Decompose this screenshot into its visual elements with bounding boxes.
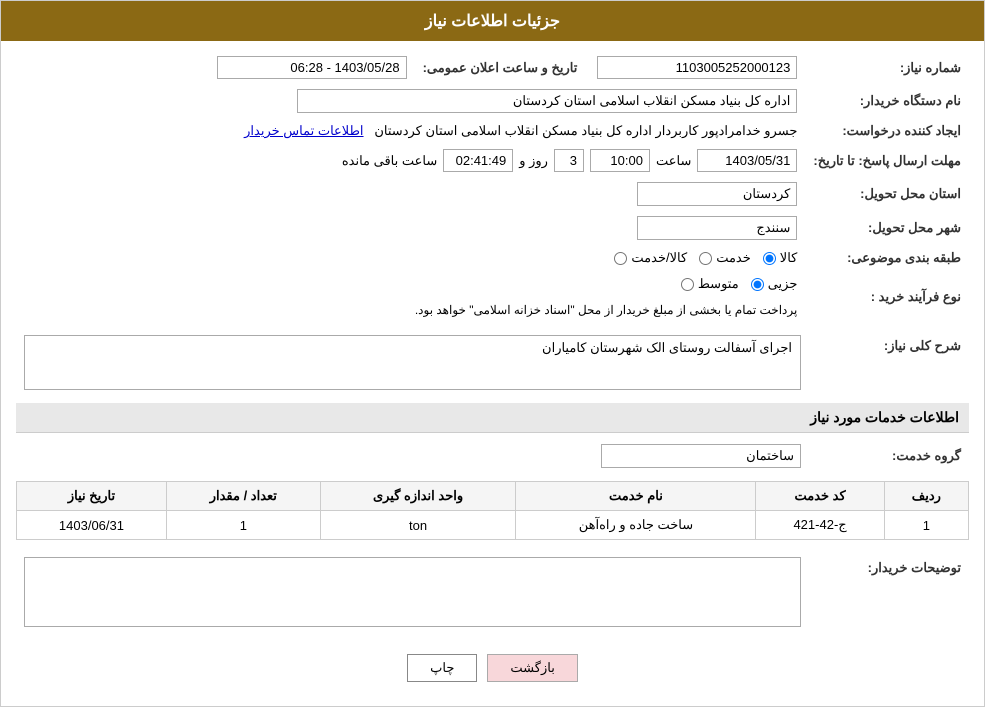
col-vahed: واحد اندازه گیری <box>320 482 516 511</box>
button-area: بازگشت چاپ <box>16 640 969 696</box>
shomare-niaz-value: 1103005252000123 <box>597 56 797 79</box>
mohlat-day: 3 <box>554 149 584 172</box>
ijad-link[interactable]: اطلاعات تماس خریدار <box>244 123 363 138</box>
nam-dastgah-value: اداره کل بنیاد مسکن انقلاب اسلامی استان … <box>297 89 797 113</box>
radio-kala-khadamat-label: کالا/خدمت <box>631 250 687 266</box>
rozo-label: روز و <box>519 153 548 169</box>
col-tarikh: تاریخ نیاز <box>17 482 167 511</box>
tarikh-value: 1403/05/28 - 06:28 <box>217 56 407 79</box>
cell-radif: 1 <box>884 511 968 540</box>
radio-jozii[interactable]: جزیی <box>751 276 798 292</box>
ostan-label: استان محل تحویل: <box>805 177 969 211</box>
radio-khadamat-input[interactable] <box>699 252 712 265</box>
radio-jozii-input[interactable] <box>751 278 764 291</box>
nam-dastgah-label: نام دستگاه خریدار: <box>805 84 969 118</box>
page-header: جزئیات اطلاعات نیاز <box>1 1 984 41</box>
cell-tarikh: 1403/06/31 <box>17 511 167 540</box>
services-table: ردیف کد خدمت نام خدمت واحد اندازه گیری ت… <box>16 481 969 540</box>
radio-khadamat[interactable]: خدمت <box>699 250 751 266</box>
col-nam: نام خدمت <box>516 482 756 511</box>
radio-motavaset[interactable]: متوسط <box>681 276 739 292</box>
khadamat-section-title: اطلاعات خدمات مورد نیاز <box>16 403 969 433</box>
back-button[interactable]: بازگشت <box>487 654 577 682</box>
radio-motavaset-input[interactable] <box>681 278 694 291</box>
radio-kala[interactable]: کالا <box>763 250 798 266</box>
saat-label: ساعت <box>656 153 691 169</box>
cell-namKhadamat: ساخت جاده و راه‌آهن <box>516 511 756 540</box>
radio-kala-khadamat-input[interactable] <box>614 252 627 265</box>
sharh-value: اجرای آسفالت روستای الک شهرستان کامیاران <box>24 335 801 390</box>
radio-khadamat-label: خدمت <box>716 250 751 266</box>
shomare-niaz-label: شماره نیاز: <box>805 51 969 84</box>
ijad-label: ایجاد کننده درخواست: <box>805 118 969 144</box>
noe-farayand-label: نوع فرآیند خرید : <box>805 271 969 322</box>
cell-vahed: ton <box>320 511 516 540</box>
tarikh-label: تاریخ و ساعت اعلان عمومی: <box>415 51 586 84</box>
radio-jozii-label: جزیی <box>768 276 798 292</box>
goroh-value: ساختمان <box>601 444 801 468</box>
ostan-value: کردستان <box>637 182 797 206</box>
radio-kala-label: کالا <box>780 250 798 266</box>
cell-tedad: 1 <box>166 511 320 540</box>
mohlat-time: 10:00 <box>590 149 650 172</box>
col-kod: کد خدمت <box>756 482 884 511</box>
mohlat-date: 1403/05/31 <box>697 149 797 172</box>
radio-kala-input[interactable] <box>763 252 776 265</box>
shahr-label: شهر محل تحویل: <box>805 211 969 245</box>
mohlat-countdown: 02:41:49 <box>443 149 513 172</box>
remaining-label: ساعت باقی مانده <box>342 153 437 169</box>
tabaghebandi-label: طبقه بندی موضوعی: <box>805 245 969 271</box>
print-button[interactable]: چاپ <box>407 654 477 682</box>
ijad-value: جسرو خدامرادپور کاربردار اداره کل بنیاد … <box>374 123 797 138</box>
tozihat-textarea[interactable] <box>24 557 801 627</box>
table-row: 1ج-42-421ساخت جاده و راه‌آهنton11403/06/… <box>17 511 969 540</box>
col-tedad: تعداد / مقدار <box>166 482 320 511</box>
mohlat-label: مهلت ارسال پاسخ: تا تاریخ: <box>805 144 969 177</box>
page-title: جزئیات اطلاعات نیاز <box>425 13 560 30</box>
noe-farayand-note: پرداخت تمام یا بخشی از مبلغ خریدار از مح… <box>415 303 798 317</box>
noe-farayand-group: متوسط جزیی <box>681 276 798 292</box>
col-radif: ردیف <box>884 482 968 511</box>
goroh-label: گروه خدمت: <box>809 439 969 473</box>
tozihat-label: توضیحات خریدار: <box>809 552 969 632</box>
radio-kala-khadamat[interactable]: کالا/خدمت <box>614 250 687 266</box>
sharh-label: شرح کلی نیاز: <box>809 330 969 395</box>
tabaghebandi-group: کالا/خدمت خدمت کالا <box>24 250 797 266</box>
radio-motavaset-label: متوسط <box>698 276 739 292</box>
cell-kodKhadamat: ج-42-421 <box>756 511 884 540</box>
shahr-value: سنندج <box>637 216 797 240</box>
